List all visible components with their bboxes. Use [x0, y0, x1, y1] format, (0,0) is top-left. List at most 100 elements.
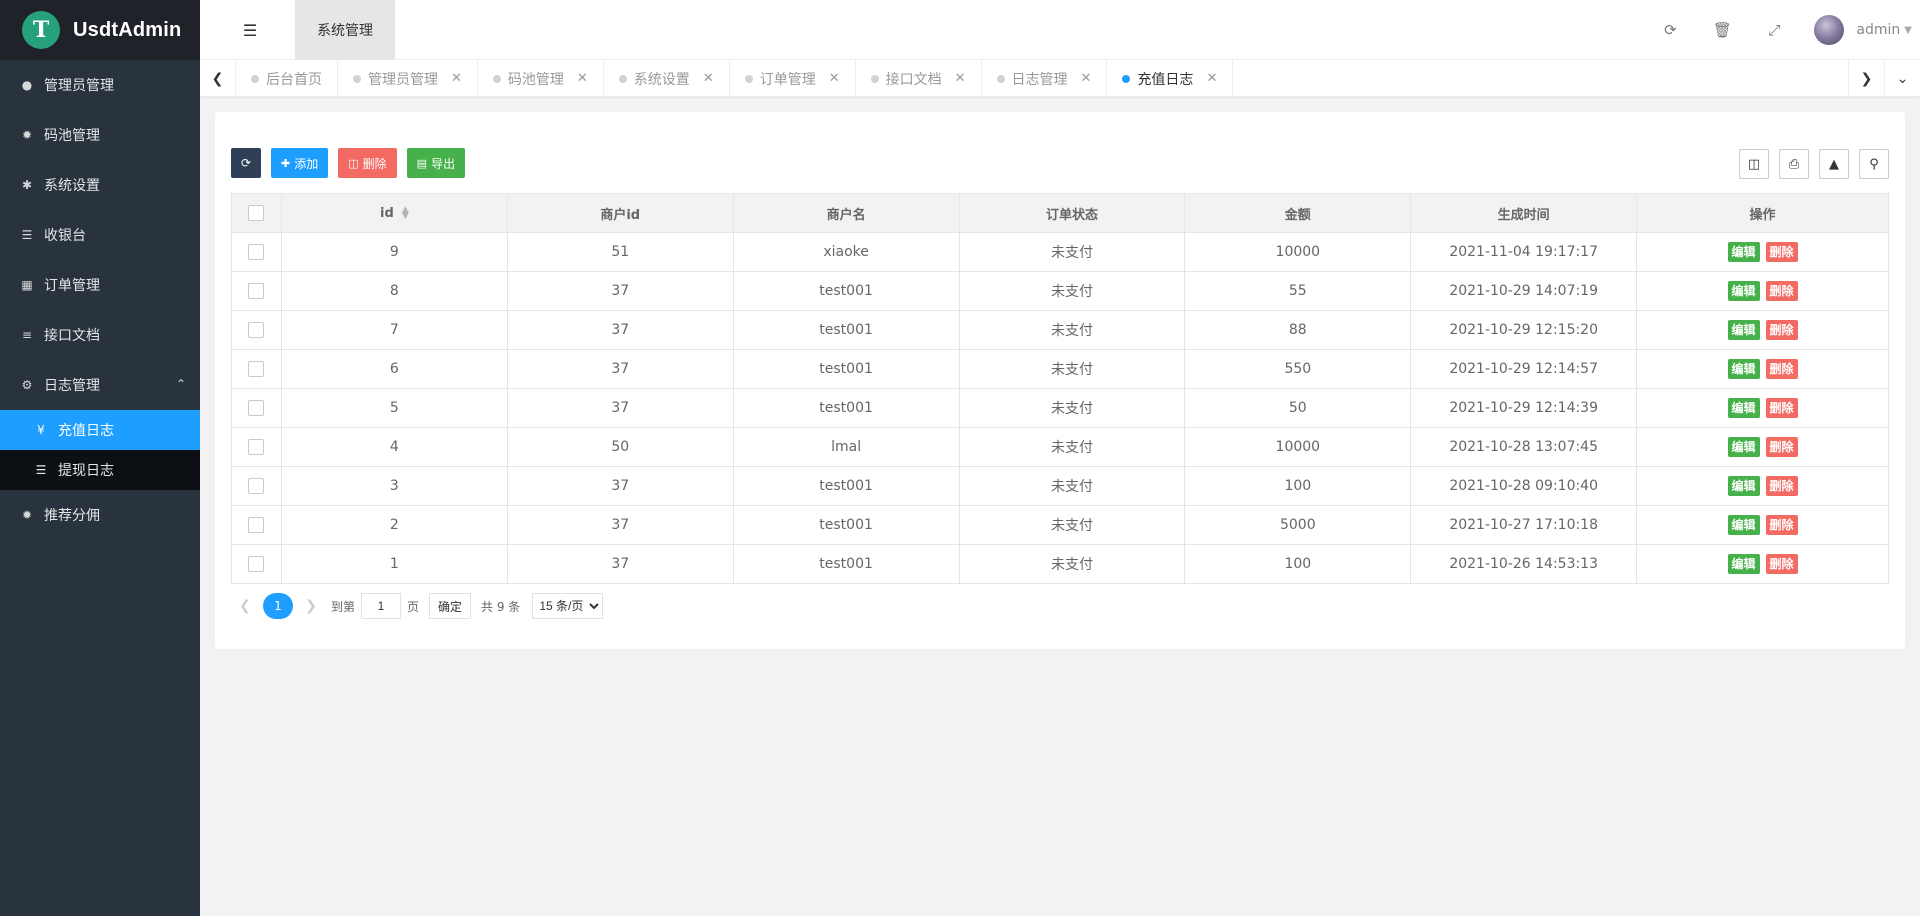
chevron-left-icon[interactable]: ❮	[200, 60, 236, 97]
edit-button[interactable]: 编辑	[1727, 476, 1760, 496]
cell-created-time: 2021-10-26 14:53:13	[1410, 544, 1638, 584]
cell-amount: 10000	[1184, 232, 1412, 272]
delete-row-button[interactable]: 删除	[1765, 398, 1798, 418]
row-checkbox[interactable]	[248, 478, 265, 494]
chevron-down-icon[interactable]: ⌄	[1884, 60, 1920, 97]
page-jump-input[interactable]	[361, 593, 402, 619]
chevron-right-icon[interactable]: ❯	[1848, 60, 1884, 97]
tab-orders[interactable]: 订单管理 ✕	[730, 60, 856, 97]
sidebar-item-orders[interactable]: ▦ 订单管理	[0, 260, 200, 310]
edit-button[interactable]: 编辑	[1727, 437, 1760, 457]
delete-row-button[interactable]: 删除	[1765, 515, 1798, 535]
sidebar-item-settings[interactable]: ✱ 系统设置	[0, 160, 200, 210]
columns-icon[interactable]: ◫	[1739, 149, 1769, 179]
row-checkbox[interactable]	[248, 244, 265, 260]
cell-actions: 编辑 删除	[1636, 505, 1889, 545]
print-icon[interactable]: ⎙	[1779, 149, 1809, 179]
trash-icon[interactable]: 🗑	[1696, 21, 1748, 39]
sidebar-item-label: 接口文档	[44, 328, 100, 344]
add-button[interactable]: ✚ 添加	[271, 148, 329, 178]
sidebar-item-referral[interactable]: ✹ 推荐分佣	[0, 490, 200, 540]
row-checkbox[interactable]	[248, 322, 265, 338]
search-icon[interactable]: ⚲	[1859, 149, 1889, 179]
refresh-icon[interactable]: ⟳	[1644, 21, 1696, 39]
edit-button[interactable]: 编辑	[1727, 359, 1760, 379]
close-icon[interactable]: ✕	[1081, 71, 1092, 86]
delete-button[interactable]: ◫ 删除	[338, 148, 397, 178]
tab-recharge-log[interactable]: 充值日志 ✕	[1107, 60, 1234, 97]
close-icon[interactable]: ✕	[703, 71, 714, 86]
select-all-checkbox[interactable]	[248, 205, 265, 221]
delete-row-button[interactable]: 删除	[1765, 437, 1798, 457]
logo[interactable]: T UsdtAdmin	[0, 0, 200, 60]
sidebar-item-api-docs[interactable]: ≡ 接口文档	[0, 310, 200, 360]
sidebar-item-logs[interactable]: ⚙ 日志管理 ⌃	[0, 360, 200, 410]
cell-merchant-name: xiaoke	[732, 232, 960, 272]
row-select-cell	[231, 310, 282, 350]
cell-amount: 100	[1184, 466, 1412, 506]
delete-row-button[interactable]: 删除	[1765, 476, 1798, 496]
row-checkbox[interactable]	[248, 517, 265, 533]
sidebar-nav: ● 管理员管理 ✹ 码池管理 ✱ 系统设置 ☰ 收银台 ▦ 订单管理 ≡ 接口文…	[0, 60, 200, 410]
tab-settings[interactable]: 系统设置 ✕	[604, 60, 730, 97]
column-header-id[interactable]: id ▲ ▼	[280, 193, 508, 233]
row-checkbox[interactable]	[248, 439, 265, 455]
row-checkbox[interactable]	[248, 400, 265, 416]
delete-row-button[interactable]: 删除	[1765, 359, 1798, 379]
current-page[interactable]: 1	[263, 593, 293, 619]
confirm-page-button[interactable]: 确定	[429, 593, 472, 619]
delete-row-button[interactable]: 删除	[1765, 554, 1798, 574]
close-icon[interactable]: ✕	[955, 71, 966, 86]
sidebar-item-label: 管理员管理	[44, 78, 114, 94]
row-checkbox[interactable]	[248, 283, 265, 299]
row-checkbox[interactable]	[248, 556, 265, 572]
fullscreen-icon[interactable]: ⤢	[1748, 21, 1800, 39]
tab-logs[interactable]: 日志管理 ✕	[982, 60, 1108, 97]
list-icon: ☰	[35, 463, 47, 477]
cell-merchant-name: test001	[732, 271, 960, 311]
sidebar-item-code-pool[interactable]: ✹ 码池管理	[0, 110, 200, 160]
delete-row-button[interactable]: 删除	[1765, 242, 1798, 262]
sort-icon[interactable]: ▲ ▼	[402, 206, 409, 221]
refresh-button[interactable]: ⟳	[231, 148, 261, 178]
tab-api-docs[interactable]: 接口文档 ✕	[856, 60, 982, 97]
tab-admin[interactable]: 管理员管理 ✕	[338, 60, 478, 97]
edit-button[interactable]: 编辑	[1727, 242, 1760, 262]
cell-merchant-id: 37	[506, 466, 734, 506]
user-menu[interactable]: admin ▼	[1800, 15, 1920, 45]
sidebar-item-label: 码池管理	[44, 128, 100, 144]
header-tools: ⟳ 🗑 ⤢ admin ▼	[1644, 0, 1920, 60]
close-icon[interactable]: ✕	[1206, 71, 1217, 86]
tab-system-management[interactable]: 系统管理	[295, 0, 395, 60]
close-icon[interactable]: ✕	[577, 71, 588, 86]
sidebar-item-admin[interactable]: ● 管理员管理	[0, 60, 200, 110]
prev-page-icon[interactable]: ❮	[231, 598, 259, 614]
sidebar-subnav-logs: ¥ 充值日志 ☰ 提现日志	[0, 410, 200, 490]
row-select-cell	[231, 349, 282, 389]
edit-button[interactable]: 编辑	[1727, 554, 1760, 574]
edit-button[interactable]: 编辑	[1727, 281, 1760, 301]
export-icon[interactable]: ▲	[1819, 149, 1849, 179]
cell-id: 7	[280, 310, 508, 350]
close-icon[interactable]: ✕	[451, 71, 462, 86]
row-checkbox[interactable]	[248, 361, 265, 377]
edit-button[interactable]: 编辑	[1727, 320, 1760, 340]
delete-row-button[interactable]: 删除	[1765, 320, 1798, 340]
close-icon[interactable]: ✕	[829, 71, 840, 86]
menu-toggle-icon[interactable]: ☰	[240, 20, 260, 40]
cell-merchant-name: test001	[732, 505, 960, 545]
edit-button[interactable]: 编辑	[1727, 515, 1760, 535]
tab-code-pool[interactable]: 码池管理 ✕	[478, 60, 604, 97]
sidebar-item-cashier[interactable]: ☰ 收银台	[0, 210, 200, 260]
page-size-select[interactable]: 15 条/页	[532, 593, 604, 619]
table-row: 7 37 test001 未支付 88 2021-10-29 12:15:20 编辑 删除	[231, 310, 1889, 350]
edit-button[interactable]: 编辑	[1727, 398, 1760, 418]
cell-merchant-id: 37	[506, 310, 734, 350]
sidebar-item-recharge-log[interactable]: ¥ 充值日志	[0, 410, 200, 450]
sidebar-item-withdraw-log[interactable]: ☰ 提现日志	[0, 450, 200, 490]
export-button[interactable]: ▤ 导出	[406, 148, 466, 178]
yen-icon: ¥	[37, 423, 45, 437]
next-page-icon[interactable]: ❯	[297, 598, 325, 614]
tab-home[interactable]: 后台首页	[236, 60, 338, 97]
delete-row-button[interactable]: 删除	[1765, 281, 1798, 301]
